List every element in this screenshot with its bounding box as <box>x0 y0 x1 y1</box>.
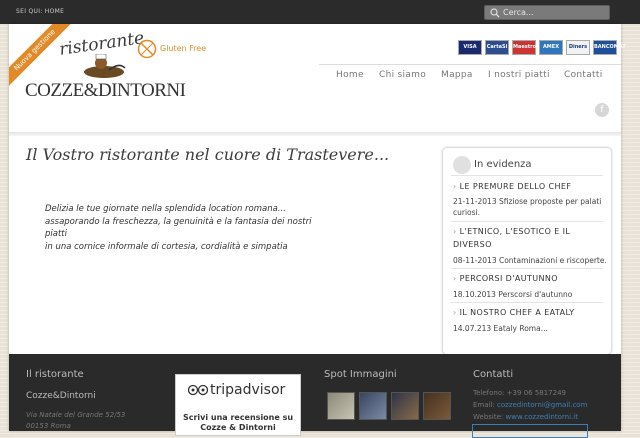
gallery-thumbnail[interactable] <box>327 392 355 420</box>
footer-email-row: Email: cozzedintorni@gmail.com <box>473 401 587 409</box>
website-link[interactable]: www.cozzedintorni.it <box>506 413 578 421</box>
news-item-text: 18.10.2013 Perscorsi d'autunno <box>453 290 573 299</box>
tripadvisor-logo: tripadvisor <box>210 382 286 398</box>
bancomat-card-icon: BANCOMAT <box>593 40 626 55</box>
nav-chi-siamo[interactable]: Chi siamo <box>379 70 426 80</box>
website-label: Website: <box>473 413 504 421</box>
main-nav: Home Chi siamo Mappa I nostri piatti Con… <box>319 64 621 81</box>
intro-line: in una cornice informale di cortesia, co… <box>45 241 288 252</box>
search-input[interactable] <box>503 7 603 18</box>
amex-card-icon: AMEX <box>539 40 563 55</box>
gluten-free-icon <box>137 39 157 59</box>
divider <box>451 221 603 222</box>
nav-nostri-piatti[interactable]: I nostri piatti <box>488 70 550 80</box>
gluten-free-label: Gluten Free <box>160 44 207 53</box>
nav-home[interactable]: Home <box>336 70 364 80</box>
divider <box>451 268 603 269</box>
footer-address: 00153 Roma <box>26 422 71 430</box>
nav-contatti[interactable]: Contatti <box>564 70 603 80</box>
intro-line: Delizia le tue giornate nella splendida … <box>45 204 286 214</box>
chef-illustration-icon <box>84 54 126 78</box>
tripadvisor-widget[interactable]: tripadvisor Scrivi una recensione su Coz… <box>175 374 301 436</box>
news-item-title[interactable]: IL NOSTRO CHEF A EATALY <box>453 306 603 319</box>
tripadvisor-review-link[interactable]: Scrivi una recensione su Cozze & Dintorn… <box>176 413 300 433</box>
intro-text: Delizia le tue giornate nella splendida … <box>45 203 335 253</box>
hero-title: Il Vostro ristorante nel cuore di Traste… <box>26 145 390 164</box>
footer-gallery-heading: Spot Immagini <box>324 369 397 380</box>
page-frame: Nuova gestione ristorante COZZE&DINTORNI… <box>9 24 626 438</box>
intro-line: assaporando la freschezza, la genuinità … <box>45 216 312 240</box>
footer-address: Via Natale del Grande 52/53 <box>26 411 126 419</box>
facebook-icon[interactable]: f <box>595 103 609 117</box>
maestro-card-icon: Maestro <box>512 40 536 55</box>
gallery-thumbnail[interactable] <box>359 392 387 420</box>
gallery-thumbnail[interactable] <box>391 392 419 420</box>
divider <box>451 175 603 176</box>
news-icon <box>453 156 471 174</box>
email-link[interactable]: cozzedintorni@gmail.com <box>497 401 587 409</box>
news-item-title[interactable]: L'ETNICO, L'ESOTICO E IL DIVERSO <box>453 225 603 251</box>
footer-restaurant-name: Cozze&Dintorni <box>26 391 96 401</box>
nav-mappa[interactable]: Mappa <box>441 70 473 80</box>
logo-brand-name: COZZE&DINTORNI <box>25 80 186 101</box>
in-evidenza-title: In evidenza <box>474 159 532 170</box>
footer-restaurant-heading: Il ristorante <box>26 369 84 380</box>
gallery-thumbnail[interactable] <box>423 392 451 420</box>
tripadvisor-owl-icon <box>188 384 208 396</box>
news-item-text: 14.07.213 Eataly Roma... <box>453 324 548 333</box>
footer-phone: Telefono: +39 06 5817249 <box>473 389 566 397</box>
footer-website-row: Website: www.cozzedintorni.it <box>473 413 578 421</box>
news-item-title[interactable]: PERCORSI D'AUTUNNO <box>453 272 603 285</box>
visa-card-icon: VISA <box>458 40 482 55</box>
news-item-text: 21-11-2013 Sfiziose proposte per palati … <box>453 197 602 217</box>
in-evidenza-panel: In evidenza LE PREMURE DELLO CHEF 21-11-… <box>442 147 612 355</box>
top-bar: SEI QUI: HOME <box>0 0 640 24</box>
site-header: Nuova gestione ristorante COZZE&DINTORNI… <box>9 24 626 134</box>
footer-contacts-heading: Contatti <box>473 369 514 380</box>
site-footer: Il ristorante Cozze&Dintorni Via Natale … <box>9 354 621 438</box>
news-item-title[interactable]: LE PREMURE DELLO CHEF <box>453 180 603 193</box>
divider <box>451 302 603 303</box>
diners-card-icon: Diners <box>566 40 590 55</box>
breadcrumb: SEI QUI: HOME <box>16 8 65 15</box>
news-item-text: 08-11-2013 Contaminazioni e riscoperte. <box>453 256 607 265</box>
site-logo[interactable]: Nuova gestione ristorante COZZE&DINTORNI <box>9 24 189 109</box>
email-label: Email: <box>473 401 495 409</box>
contact-button[interactable] <box>472 424 588 438</box>
search-box[interactable] <box>484 5 610 20</box>
header-separator <box>9 132 621 136</box>
search-icon <box>490 8 500 18</box>
cartasi-card-icon: CartaSi <box>485 40 509 55</box>
